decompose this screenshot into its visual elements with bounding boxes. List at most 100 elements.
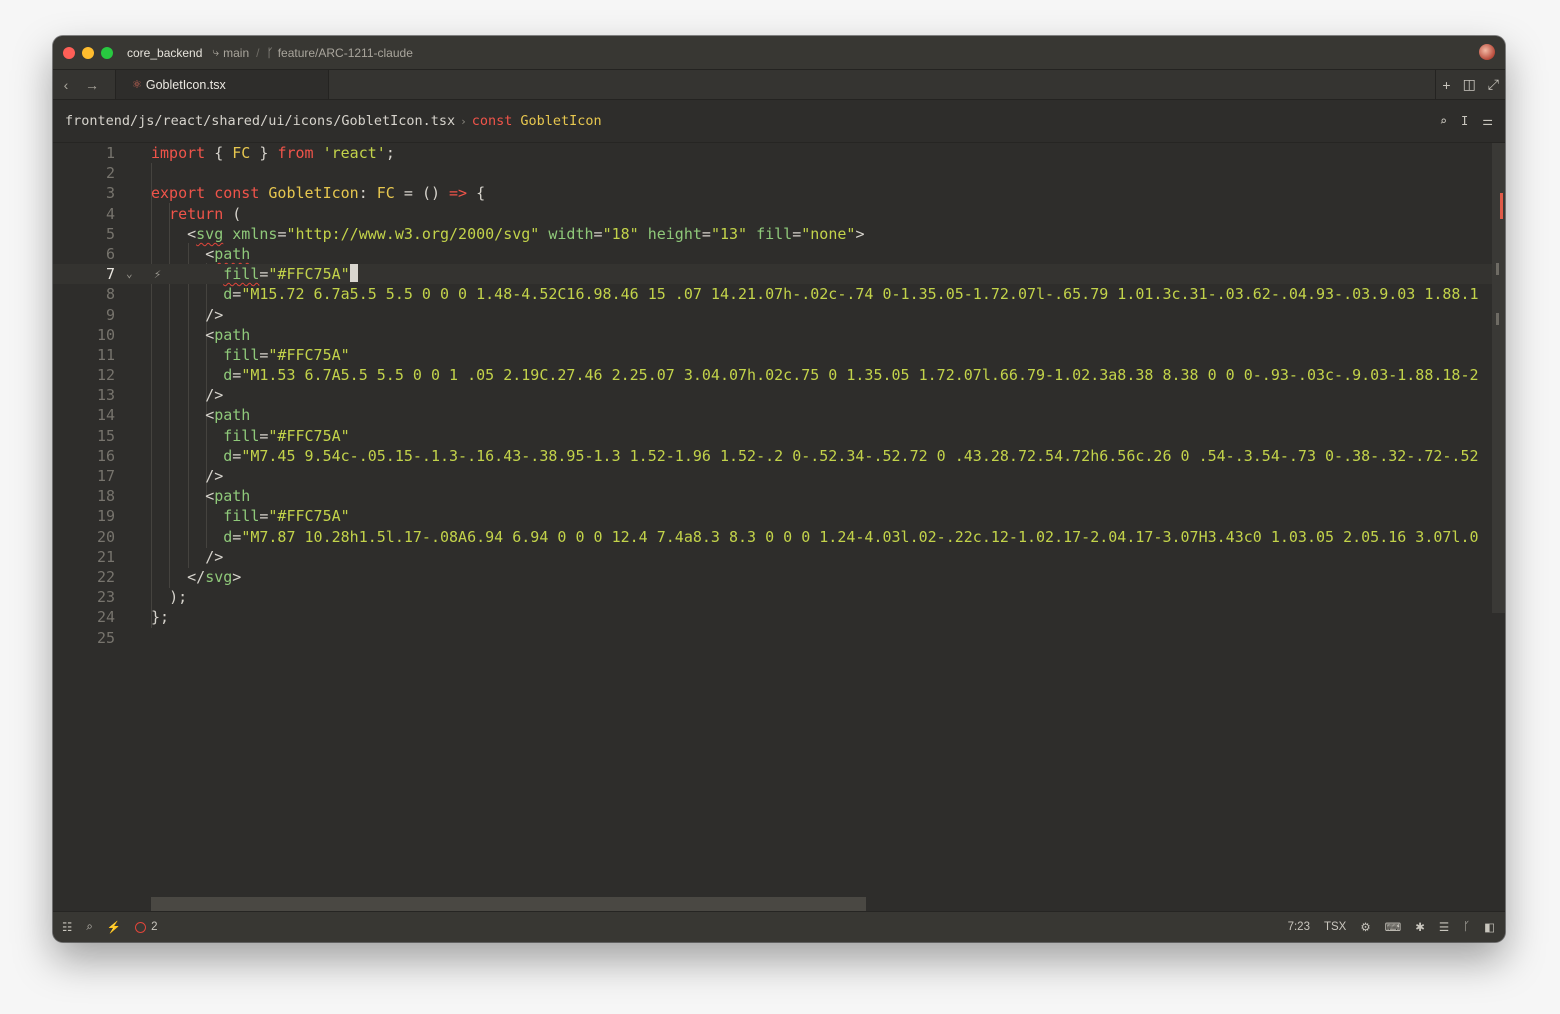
tab-label: GobletIcon.tsx [145,77,226,92]
expand-icon[interactable]: ⤢ [1488,76,1499,93]
fill-value: "#FFC75A" [268,426,350,445]
line-number: 23 [96,588,115,607]
git-branch-icon[interactable]: ᚴ [1463,921,1470,933]
debug-icon[interactable]: ✱ [1415,920,1425,934]
code-line: 18 <path [53,486,1505,506]
new-tab-button[interactable]: + [1442,77,1450,93]
code-line: 1 import { FC } from 'react'; [53,143,1505,163]
code-line: 5 <svg xmlns="http://www.w3.org/2000/svg… [53,224,1505,244]
arrow-right-icon: → [85,76,99,93]
feature-branch[interactable]: ᚴ feature/ARC-1211-claude [266,46,412,60]
code-line: 25 [53,628,1505,648]
line-number: 7 [105,265,115,284]
code-text: fill="#FFC75A" [223,426,350,445]
vertical-scrollbar[interactable] [1492,143,1505,613]
terminal-icon[interactable]: ⌨ [1385,920,1402,934]
code-line: 13 /> [53,385,1505,405]
code-text: export const GobletIcon: FC = () => { [151,184,486,203]
tab-bar: ‹ → ⚛ GobletIcon.tsx + ◫ ⤢ [53,70,1505,100]
code-line: 20 d="M7.87 10.28h1.5l.17-.08A6.94 6.94 … [53,527,1505,547]
line-number: 19 [96,507,115,526]
line-number: 24 [96,608,115,627]
line-number: 3 [105,184,115,203]
code-line: 14 <path [53,405,1505,425]
title-bar: core_backend ⤷ main / ᚴ feature/ARC-1211… [53,36,1505,70]
fold-chevron-icon[interactable]: ⌄ [126,264,133,284]
git-branch-icon: ᚴ [266,45,274,60]
fill-value: "#FFC75A" [268,265,350,284]
code-line: 19 fill="#FFC75A" [53,506,1505,526]
fill-value: "#FFC75A" [268,345,350,364]
project-name[interactable]: core_backend [127,46,202,60]
code-line: 11 fill="#FFC75A" [53,345,1505,365]
line-number: 9 [105,305,115,324]
path-data: "M7.87 10.28h1.5l.17-.08A6.94 6.94 0 0 0… [241,527,1479,546]
code-editor[interactable]: 1 import { FC } from 'react'; 2 3 export c… [53,143,1505,911]
breadcrumb-keyword[interactable]: const [472,113,513,129]
line-number: 16 [96,446,115,465]
line-number: 13 [96,386,115,405]
code-line: 24}; [53,607,1505,627]
status-left: ☷ ⌕ ⚡ 2 [62,920,158,935]
code-line: 10 <path [53,325,1505,345]
split-pane-button[interactable]: ◫ [1463,76,1476,93]
code-line: 2 [53,163,1505,183]
formatter-icon[interactable]: ⚙ [1360,920,1370,934]
line-number: 14 [96,406,115,425]
code-line: 17 /> [53,466,1505,486]
code-text: return ( [169,204,242,223]
feature-branch-label: feature/ARC-1211-claude [277,45,413,60]
status-bar: ☷ ⌕ ⚡ 2 7:23 TSX ⚙ ⌨ ✱ ☰ ᚴ ◧ [53,911,1505,942]
settings-sliders-icon[interactable]: ⚌ [1482,114,1493,128]
close-window-button[interactable] [63,46,75,59]
breadcrumb-path[interactable]: frontend/js/react/shared/ui/icons/Goblet… [65,113,455,129]
minimize-window-button[interactable] [82,46,94,59]
list-icon[interactable]: ☰ [1439,920,1449,934]
language-mode[interactable]: TSX [1324,921,1346,933]
line-number: 8 [105,285,115,304]
breadcrumb: frontend/js/react/shared/ui/icons/Goblet… [53,100,1505,143]
toggle-panel-icon[interactable]: ◧ [1484,920,1495,934]
code-text: d="M7.45 9.54c-.05.15-.1.3-.16.43-.38.95… [223,446,1479,465]
breadcrumb-tools: ⌕ I ⚌ [1440,114,1493,128]
horizontal-scrollbar[interactable] [151,897,866,911]
base-branch[interactable]: ⤷ main [212,45,249,60]
code-text: }; [151,608,170,627]
zoom-window-button[interactable] [101,46,113,59]
code-line: 21 /> [53,547,1505,567]
search-icon[interactable]: ⌕ [86,921,92,934]
back-button[interactable]: ‹ [53,70,79,99]
git-merge-icon: ⤷ [212,45,220,59]
code-text: ); [169,588,188,607]
error-count: 2 [151,921,158,933]
line-number: 15 [96,426,115,445]
outline-icon[interactable]: ☷ [62,920,72,934]
error-marker [1500,193,1503,219]
path-data: "M1.53 6.7A5.5 5.5 0 0 1 .05 2.19C.27.46… [241,366,1479,385]
editor-window: core_backend ⤷ main / ᚴ feature/ARC-1211… [53,36,1505,942]
code-text: /> [205,547,224,566]
line-number: 5 [105,224,115,243]
line-number: 11 [96,345,115,364]
search-icon[interactable]: ⌕ [1440,114,1447,128]
path-data: "M15.72 6.7a5.5 5.5 0 0 0 1.48-4.52C16.9… [241,285,1479,304]
code-text: d="M15.72 6.7a5.5 5.5 0 0 0 1.48-4.52C16… [223,285,1479,304]
cursor-position[interactable]: 7:23 [1288,921,1310,933]
breadcrumb-symbol[interactable]: GobletIcon [520,113,601,129]
scroll-marker [1496,263,1499,275]
code-text: /> [205,467,224,485]
tab-gobleticon[interactable]: ⚛ GobletIcon.tsx [115,70,329,99]
forward-button[interactable]: → [79,70,105,99]
line-number: 20 [96,527,115,546]
base-branch-label: main [223,45,250,60]
line-number: 18 [96,487,115,506]
tab-actions: + ◫ ⤢ [1435,70,1505,99]
text-cursor-icon[interactable]: I [1461,114,1468,128]
code-text: <path [205,244,251,263]
user-avatar[interactable] [1479,44,1495,60]
code-line: 4 return ( [53,204,1505,224]
code-line: 6 <path [53,244,1505,264]
react-file-icon: ⚛ [132,79,142,91]
diagnostics-button[interactable]: 2 [135,921,158,933]
lightning-icon[interactable]: ⚡ [107,920,121,934]
